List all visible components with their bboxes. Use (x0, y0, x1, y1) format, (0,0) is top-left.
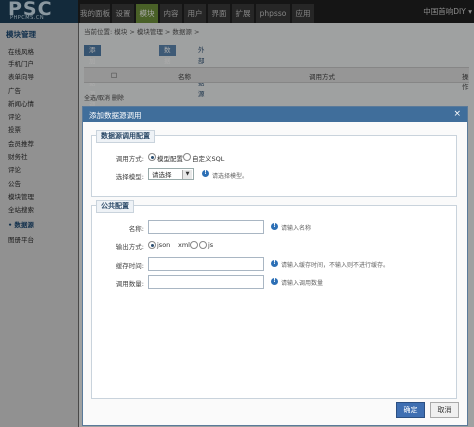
radio-json-label: json (157, 241, 171, 249)
cache-time-input[interactable] (148, 257, 264, 271)
common-config-fieldset: 公共配置 名称: ! 请输入名称 输出方式: json xml js 缓存时间:… (91, 200, 457, 399)
confirm-button[interactable]: 确定 (396, 402, 425, 418)
model-select[interactable]: 请选择 ▼ (148, 168, 194, 180)
info-icon: ! (271, 223, 278, 230)
info-icon: ! (202, 170, 209, 177)
cancel-button[interactable]: 取消 (430, 402, 459, 418)
chevron-down-icon: ▼ (182, 170, 192, 179)
name-input[interactable] (148, 220, 264, 234)
model-label: 选择模型: (115, 173, 144, 181)
model-select-value: 请选择 (152, 171, 172, 179)
radio-model-config-label: 模型配置 (157, 155, 183, 163)
radio-model-config[interactable] (148, 153, 156, 161)
output-label: 输出方式: (115, 243, 144, 251)
model-hint: 请选择模型。 (212, 173, 249, 180)
name-hint: 请输入名称 (281, 225, 312, 232)
radio-xml[interactable] (190, 241, 198, 249)
name-label: 名称: (128, 225, 144, 233)
dialog-title: 添加数据源调用 (89, 111, 142, 120)
radio-json[interactable] (148, 241, 156, 249)
info-icon: ! (271, 278, 278, 285)
dialog-header: 添加数据源调用 × (83, 107, 467, 122)
radio-custom-sql-label: 自定义SQL (192, 155, 225, 163)
info-icon: ! (271, 260, 278, 267)
cache-label: 缓存时间: (115, 262, 144, 270)
radio-custom-sql[interactable] (183, 153, 191, 161)
datasource-config-fieldset: 数据源调用配置 调用方式: 模型配置 自定义SQL 选择模型: 请选择 ▼ ! … (91, 130, 457, 197)
count-input[interactable] (148, 275, 264, 289)
section-legend: 数据源调用配置 (96, 130, 155, 143)
method-label: 调用方式: (115, 155, 144, 163)
radio-xml-label: xml (178, 241, 190, 249)
section-legend: 公共配置 (96, 200, 134, 213)
count-hint: 请输入调用数量 (281, 280, 324, 287)
cache-hint: 请输入缓存时间，不输入则不进行缓存。 (281, 262, 390, 269)
count-label: 调用数量: (115, 280, 144, 288)
add-datasource-dialog: 添加数据源调用 × 数据源调用配置 调用方式: 模型配置 自定义SQL 选择模型… (82, 106, 468, 426)
radio-js-label: js (208, 241, 214, 249)
radio-js[interactable] (199, 241, 207, 249)
close-icon[interactable]: × (453, 109, 461, 119)
